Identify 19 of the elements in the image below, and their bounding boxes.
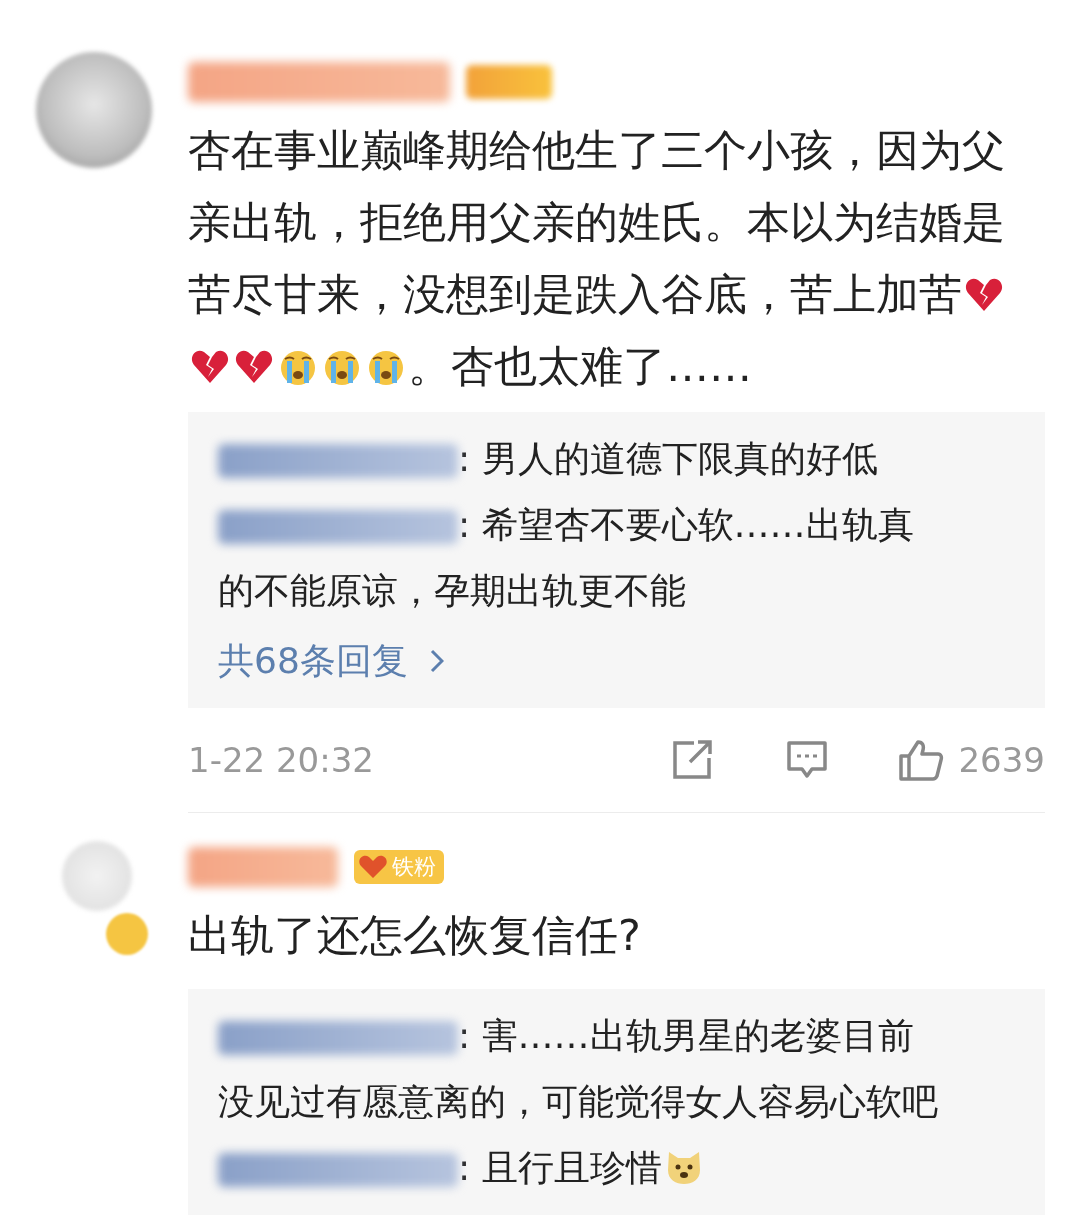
reply-text: : 男人的道德下限真的好低 bbox=[458, 438, 878, 479]
reply-text: 没见过有愿意离的，可能觉得女人容易心软吧 bbox=[218, 1081, 938, 1122]
thumbs-up-icon[interactable] bbox=[898, 739, 945, 781]
share-icon[interactable] bbox=[672, 740, 715, 780]
reply-text: 的不能原谅，孕期出轨更不能 bbox=[218, 570, 686, 611]
more-replies-link[interactable]: 共68条回复 bbox=[218, 628, 444, 694]
comment-text: 。杏也太难了…… bbox=[408, 341, 752, 391]
comment-icon[interactable] bbox=[786, 740, 829, 780]
comment-text: 亲出轨，拒绝用父亲的姓氏。本以为结婚是 bbox=[188, 197, 1005, 247]
comment-text: 出轨了还怎么恢复信任? bbox=[188, 910, 641, 960]
like-count: 2639 bbox=[958, 740, 1045, 780]
timestamp: 1-22 20:32 bbox=[188, 740, 374, 780]
reply-text: : 害……出轨男星的老婆目前 bbox=[458, 1015, 914, 1056]
reply-text: : 希望杏不要心软……出轨真 bbox=[458, 504, 914, 545]
reply-text: : 且行且珍惜 bbox=[458, 1147, 662, 1188]
chevron-icon bbox=[429, 649, 444, 673]
fan-badge: 铁粉 bbox=[354, 850, 444, 884]
comment-text: 苦尽甘来，没想到是跌入谷底，苦上加苦 bbox=[188, 269, 962, 319]
comment-text: 杏在事业巅峰期给他生了三个小孩，因为父 bbox=[188, 125, 1005, 175]
